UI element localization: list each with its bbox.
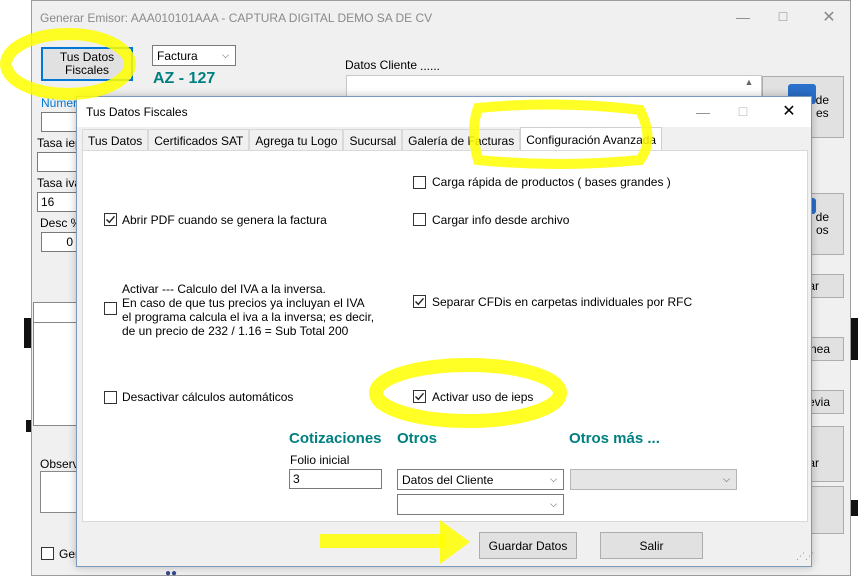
highlight-ieps-ring xyxy=(369,358,567,428)
annotation-overlay xyxy=(0,28,653,564)
highlight-arrow-head xyxy=(440,520,470,564)
highlight-config-avanzada-ring xyxy=(469,99,653,169)
highlight-tus-datos-ring xyxy=(0,28,136,100)
